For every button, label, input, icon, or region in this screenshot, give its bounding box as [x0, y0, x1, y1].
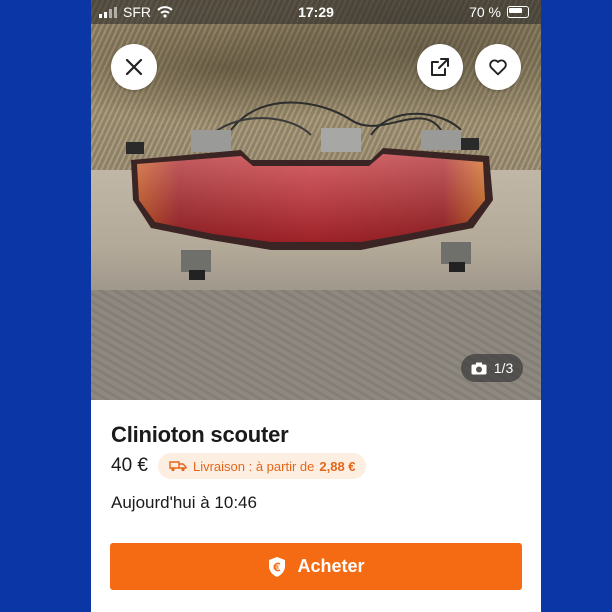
photo-counter: 1/3	[461, 354, 523, 382]
buy-button[interactable]: Acheter	[110, 543, 522, 590]
battery-icon	[507, 6, 529, 18]
posted-date: Aujourd'hui à 10:46	[111, 493, 257, 512]
listing-title: Clinioton scouter	[111, 422, 289, 447]
taillight-image	[126, 101, 493, 280]
delivery-truck-icon	[169, 461, 187, 472]
status-bar-right: 70 %	[469, 4, 529, 20]
delivery-price: 2,88 €	[319, 458, 356, 474]
phone-screen: SFR 17:29 70 % 1/3 Clinioton scouter 40 …	[91, 0, 541, 612]
close-icon	[125, 58, 143, 76]
shield-euro-icon	[269, 556, 286, 577]
photo-counter-label: 1/3	[493, 360, 514, 376]
listing-price: 40 €	[111, 455, 148, 476]
share-button[interactable]	[417, 44, 463, 90]
listing-details: Clinioton scouter 40 € Livraison : à par…	[91, 400, 541, 612]
share-external-icon	[431, 58, 449, 76]
close-button[interactable]	[111, 44, 157, 90]
status-bar: SFR 17:29 70 %	[91, 0, 541, 24]
camera-icon	[471, 362, 487, 374]
heart-icon	[489, 59, 507, 76]
price-row: 40 € Livraison : à partir de 2,88 €	[111, 453, 366, 479]
delivery-prefix: Livraison : à partir de	[192, 458, 315, 474]
listing-photo[interactable]: SFR 17:29 70 % 1/3	[91, 0, 541, 400]
buy-button-label: Acheter	[297, 556, 365, 576]
delivery-badge[interactable]: Livraison : à partir de 2,88 €	[157, 453, 366, 479]
battery-percent: 70 %	[469, 4, 501, 20]
favorite-button[interactable]	[475, 44, 521, 90]
